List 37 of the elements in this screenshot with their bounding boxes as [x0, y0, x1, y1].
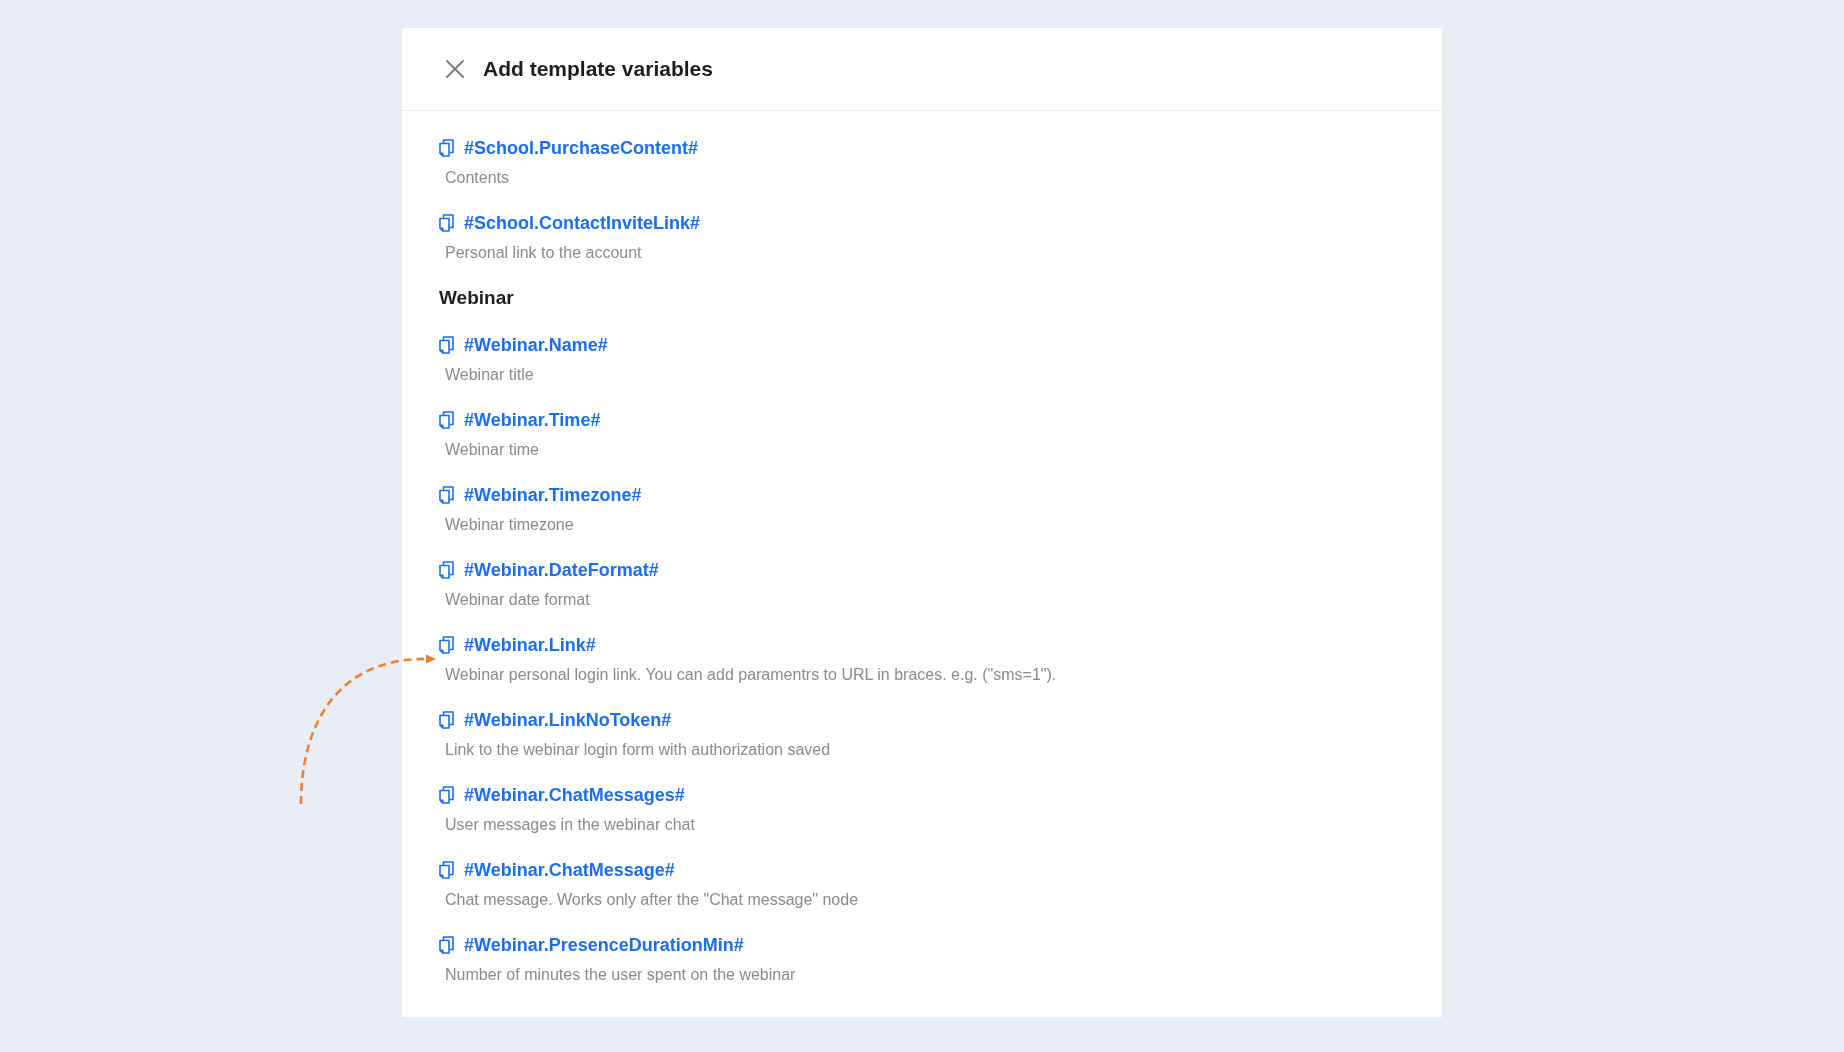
variable-link[interactable]: #School.ContactInviteLink# [464, 211, 701, 235]
variable-description: Webinar timezone [445, 515, 574, 535]
copy-icon[interactable] [439, 711, 454, 729]
variable-description: Link to the webinar login form with authorization saved [445, 740, 831, 760]
variable-link[interactable]: #Webinar.Name# [464, 333, 608, 357]
variable-description: Webinar personal login link. You can add paramentrs to URL in braces. e.g. ("sms=1"). [445, 665, 1057, 685]
dialog-title: Add template variables [483, 57, 713, 81]
variable-link[interactable]: #Webinar.ChatMessages# [464, 783, 685, 807]
copy-icon[interactable] [439, 486, 454, 504]
variable-description: Webinar title [445, 365, 534, 385]
variable-link[interactable]: #Webinar.LinkNoToken# [464, 708, 672, 732]
variable-link[interactable]: #Webinar.Timezone# [464, 483, 642, 507]
copy-icon[interactable] [439, 411, 454, 429]
variable-link[interactable]: #Webinar.PresenceDurationMin# [464, 933, 744, 957]
copy-icon[interactable] [439, 636, 454, 654]
variable-link[interactable]: #Webinar.Link# [464, 633, 596, 657]
copy-icon[interactable] [439, 139, 454, 157]
section-heading: Webinar [439, 286, 514, 310]
variable-link[interactable]: #Webinar.Time# [464, 408, 601, 432]
variable-description: Number of minutes the user spent on the webinar [445, 965, 796, 985]
variable-description: Webinar date format [445, 590, 590, 610]
variable-link[interactable]: #Webinar.DateFormat# [464, 558, 659, 582]
variable-description: Webinar time [445, 440, 539, 460]
copy-icon[interactable] [439, 214, 454, 232]
variable-description: Contents [445, 168, 510, 188]
variable-link[interactable]: #Webinar.ChatMessage# [464, 858, 675, 882]
copy-icon[interactable] [439, 786, 454, 804]
copy-icon[interactable] [439, 861, 454, 879]
variable-description: User messages in the webinar chat [445, 815, 695, 835]
copy-icon[interactable] [439, 561, 454, 579]
close-icon [446, 60, 464, 78]
variable-link[interactable]: #School.PurchaseContent# [464, 136, 699, 160]
variable-description: Chat message. Works only after the "Chat message" node [445, 890, 859, 910]
copy-icon[interactable] [439, 936, 454, 954]
variable-description: Personal link to the account [445, 243, 642, 263]
copy-icon[interactable] [439, 336, 454, 354]
close-button[interactable] [444, 58, 466, 80]
